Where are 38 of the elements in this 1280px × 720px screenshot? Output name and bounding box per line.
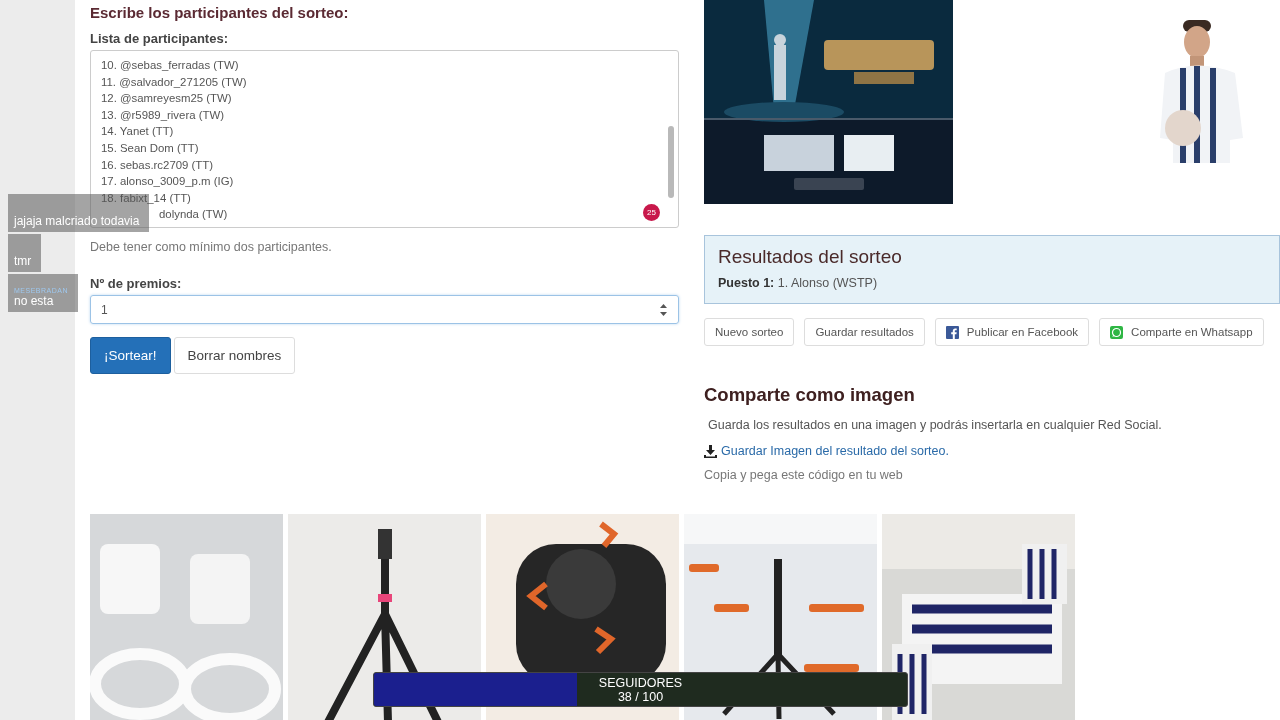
progress-label: SEGUIDORES <box>598 675 683 690</box>
results-title: Resultados del sorteo <box>718 246 903 268</box>
code-label: Copia y pega este código en tu web <box>704 468 904 482</box>
field-value: 1 <box>101 302 109 317</box>
draw-button[interactable]: ¡Sortear! <box>90 337 171 374</box>
participant-line: 17. alonso_3009_p.m (IG) <box>101 174 234 190</box>
share-button[interactable]: Comparte en Whatsapp <box>1099 318 1264 346</box>
section-heading: Comparte como imagen <box>704 384 916 406</box>
section-heading: Escribe los participantes del sorteo: <box>90 4 350 23</box>
field-label: Nº de premios: <box>90 276 183 291</box>
count-badge: 25 <box>643 204 660 221</box>
download-icon <box>704 444 717 458</box>
facebook-icon <box>945 325 959 339</box>
chat-text: no esta <box>14 294 54 308</box>
participant-line: 12. @samreyesm25 (TW) <box>101 91 232 107</box>
result-line: Puesto 1: 1. Alonso (WSTP) <box>718 276 879 290</box>
share-button[interactable]: Nuevo sorteo <box>704 318 795 346</box>
whatsapp-icon <box>1110 325 1124 339</box>
participant-line: 13. @r5989_rivera (TW) <box>101 107 224 123</box>
participant-line: 15. Sean Dom (TT) <box>101 140 199 156</box>
number-field[interactable]: 1 <box>90 295 679 324</box>
share-description: Guarda los resultados en una imagen y podrás insertarla en cualquier Red Social. <box>708 418 1163 432</box>
help-text: Debe tener como mínimo dos participantes. <box>90 240 333 254</box>
clear-button[interactable]: Borrar nombres <box>173 337 296 374</box>
download-link[interactable]: Guardar Imagen del resultado del sorteo. <box>721 444 949 458</box>
chat-text: tmr <box>14 254 32 268</box>
field-label: Lista de participantes: <box>90 31 229 46</box>
participant-line: 14. Yanet (TT) <box>101 124 174 140</box>
participant-line: 10. @sebas_ferradas (TW) <box>101 58 239 73</box>
scrollbar-thumb[interactable] <box>668 126 674 198</box>
participant-line: dolynda (TW) <box>159 207 228 223</box>
spinner-icon <box>659 302 668 317</box>
chat-text: jajaja malcriado todavia <box>14 214 140 228</box>
share-button[interactable]: Publicar en Facebook <box>934 318 1090 346</box>
participant-line: 11. @salvador_271205 (TW) <box>101 74 247 90</box>
participant-line: 16. sebas.rc2709 (TT) <box>101 157 214 173</box>
progress-reading: 38 / 100 <box>617 689 664 704</box>
share-button[interactable]: Guardar resultados <box>804 318 925 346</box>
